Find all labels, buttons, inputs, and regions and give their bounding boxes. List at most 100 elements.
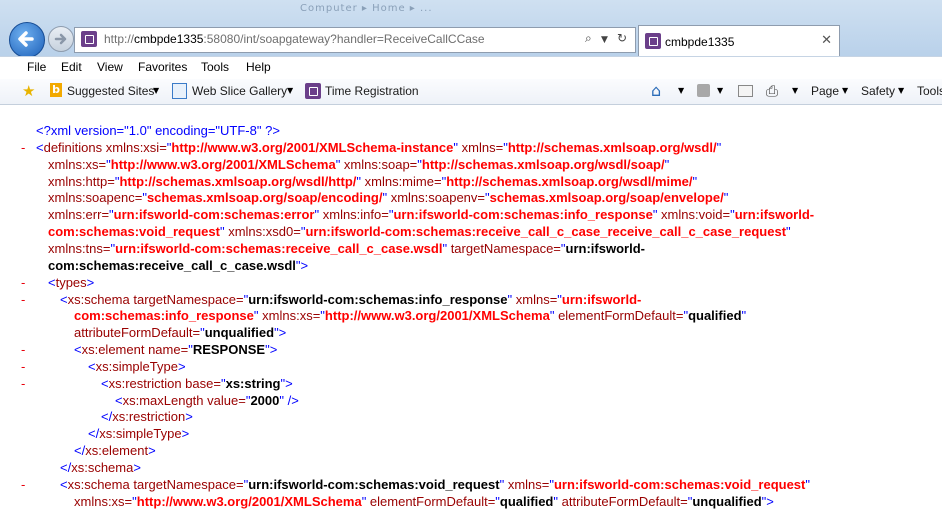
page-dropdown-icon[interactable]: ▼ xyxy=(842,86,848,95)
xml-token: xmlns:xs= xyxy=(258,308,321,323)
menu-help[interactable]: Help xyxy=(246,60,271,74)
xml-line: com:schemas:void_request" xmlns:xsd0="ur… xyxy=(48,223,791,240)
web-slice-icon xyxy=(172,83,187,99)
xml-token: targetNamespace= xyxy=(129,477,244,492)
safety-dropdown-icon[interactable]: ▼ xyxy=(898,86,904,95)
xml-token: "> xyxy=(761,494,774,509)
forward-arrow-icon xyxy=(54,33,67,45)
xml-token: xs:string xyxy=(225,376,281,391)
xml-token: < xyxy=(36,140,44,155)
collapse-toggle[interactable]: - xyxy=(21,341,25,358)
menu-file[interactable]: File xyxy=(27,60,46,74)
collapse-toggle[interactable]: - xyxy=(21,291,25,308)
feeds-dropdown-icon[interactable]: ▼ xyxy=(717,86,723,95)
xml-token: xmlns= xyxy=(504,477,550,492)
xml-token: http://schemas.xmlsoap.org/wsdl/http/ xyxy=(119,174,357,189)
menu-tools[interactable]: Tools xyxy=(201,60,229,74)
xml-token: > xyxy=(148,443,156,458)
xml-token: xmlns:xs= xyxy=(48,157,107,172)
time-registration-favicon-icon xyxy=(305,83,321,99)
web-slice-gallery-link[interactable]: Web Slice Gallery xyxy=(192,84,287,98)
xml-token: xs:element xyxy=(85,443,149,458)
home-icon[interactable]: ⌂ xyxy=(651,81,661,100)
xml-line: <types> xyxy=(48,274,94,291)
xml-token: xs:schema xyxy=(67,477,130,492)
xml-token: xmlns:tns= xyxy=(48,241,111,256)
feeds-icon[interactable] xyxy=(697,84,710,97)
xml-token: targetNamespace= xyxy=(129,292,244,307)
menu-favorites[interactable]: Favorites xyxy=(138,60,187,74)
favorites-star-icon[interactable]: ★ xyxy=(22,82,35,100)
collapse-toggle[interactable]: - xyxy=(21,476,25,493)
collapse-toggle[interactable]: - xyxy=(21,358,25,375)
xml-token: </ xyxy=(74,443,86,458)
xml-token: schemas.xmlsoap.org/soap/envelope/ xyxy=(489,190,724,205)
address-url[interactable]: http://cmbpde1335:58080/int/soapgateway?… xyxy=(104,32,485,46)
address-bar[interactable]: http://cmbpde1335:58080/int/soapgateway?… xyxy=(74,27,636,53)
xml-token: urn:ifsworld-com:schemas:void_request xyxy=(553,477,806,492)
xml-token: </ xyxy=(60,460,72,475)
close-tab-icon[interactable]: ✕ xyxy=(821,33,832,48)
xml-token: " xyxy=(741,308,747,323)
xml-token: schemas.xmlsoap.org/soap/encoding/ xyxy=(146,190,383,205)
xml-token: " xyxy=(716,140,722,155)
xml-token: urn:ifsworld- xyxy=(734,207,815,222)
xml-token: " xyxy=(786,224,791,239)
web-slice-dropdown-icon[interactable]: ▼ xyxy=(287,86,293,95)
time-registration-link[interactable]: Time Registration xyxy=(325,84,419,98)
xml-line: com:schemas:info_response" xmlns:xs="htt… xyxy=(74,307,746,324)
tools-menu[interactable]: Tools xyxy=(917,84,942,98)
xml-line: <xs:simpleType> xyxy=(88,358,186,375)
xml-line: <definitions xmlns:xsi= " http://www.w3.or… xyxy=(36,139,721,156)
page-menu[interactable]: Page xyxy=(811,84,839,98)
xml-token: urn:ifsworld-com:schemas:info_response xyxy=(248,292,508,307)
collapse-toggle[interactable]: - xyxy=(21,375,25,392)
xml-token: xmlns:http= xyxy=(48,174,115,189)
forward-button[interactable] xyxy=(48,26,74,52)
xml-line: xmlns:tns="urn:ifsworld-com:schemas:rece… xyxy=(48,240,645,257)
xml-token: http://www.w3.org/2001/XMLSchema xyxy=(110,157,336,172)
mail-icon[interactable] xyxy=(738,85,753,97)
xml-line: attributeFormDefault="unqualified"> xyxy=(74,324,286,341)
xml-token: > xyxy=(133,460,141,475)
collapse-toggle[interactable]: - xyxy=(21,274,25,291)
refresh-icon[interactable]: ↻ xyxy=(617,31,627,45)
search-icon[interactable]: ⌕ xyxy=(585,31,592,46)
dropdown-chevron-icon[interactable]: ▼ xyxy=(601,35,608,45)
xml-token: "> xyxy=(274,325,287,340)
xml-token: </ xyxy=(88,426,100,441)
xml-token: "> xyxy=(280,376,293,391)
tab-active[interactable]: cmbpde1335 ✕ xyxy=(638,25,840,57)
xml-token: urn:ifsworld-com:schemas:receive_call_c_… xyxy=(115,241,443,256)
xml-line: xmlns:err="urn:ifsworld-com:schemas:erro… xyxy=(48,206,814,223)
suggested-sites-dropdown-icon[interactable]: ▼ xyxy=(153,86,159,95)
xml-token: 2000 xyxy=(250,393,280,408)
xml-token: value= xyxy=(203,393,246,408)
print-dropdown-icon[interactable]: ▼ xyxy=(792,86,798,95)
xml-token: > xyxy=(177,359,186,374)
xml-token: " xyxy=(805,477,810,492)
collapse-toggle[interactable]: - xyxy=(21,139,25,156)
xml-token: urn:ifsworld-com:schemas:receive_call_c_… xyxy=(305,224,787,239)
xml-token: urn:ifsworld- xyxy=(565,241,645,256)
back-button[interactable] xyxy=(9,22,45,58)
xml-token: xmlns:err= xyxy=(48,207,110,222)
xml-token: definitions xyxy=(43,140,103,155)
xml-line: <xs:restriction base="xs:string"> xyxy=(101,375,293,392)
home-dropdown-icon[interactable]: ▼ xyxy=(678,86,684,95)
print-icon[interactable]: ⎙ xyxy=(766,82,778,100)
menu-view[interactable]: View xyxy=(97,60,123,74)
xml-line: <xs:schema targetNamespace="urn:ifsworld… xyxy=(60,476,810,493)
xml-token: urn:ifsworld-com:schemas:void_request xyxy=(248,477,500,492)
suggested-sites-link[interactable]: Suggested Sites xyxy=(67,84,154,98)
bing-icon: b xyxy=(50,83,62,97)
xml-token: " xyxy=(692,174,698,189)
xml-token: xs:restriction xyxy=(108,376,182,391)
site-favicon-icon xyxy=(81,31,97,47)
url-host: cmbpde1335 xyxy=(134,32,204,46)
xml-token: " xyxy=(664,157,670,172)
safety-menu[interactable]: Safety xyxy=(861,84,895,98)
xml-token: com:schemas:info_response xyxy=(74,308,254,323)
menu-edit[interactable]: Edit xyxy=(61,60,82,74)
xml-token: qualified xyxy=(499,494,554,509)
